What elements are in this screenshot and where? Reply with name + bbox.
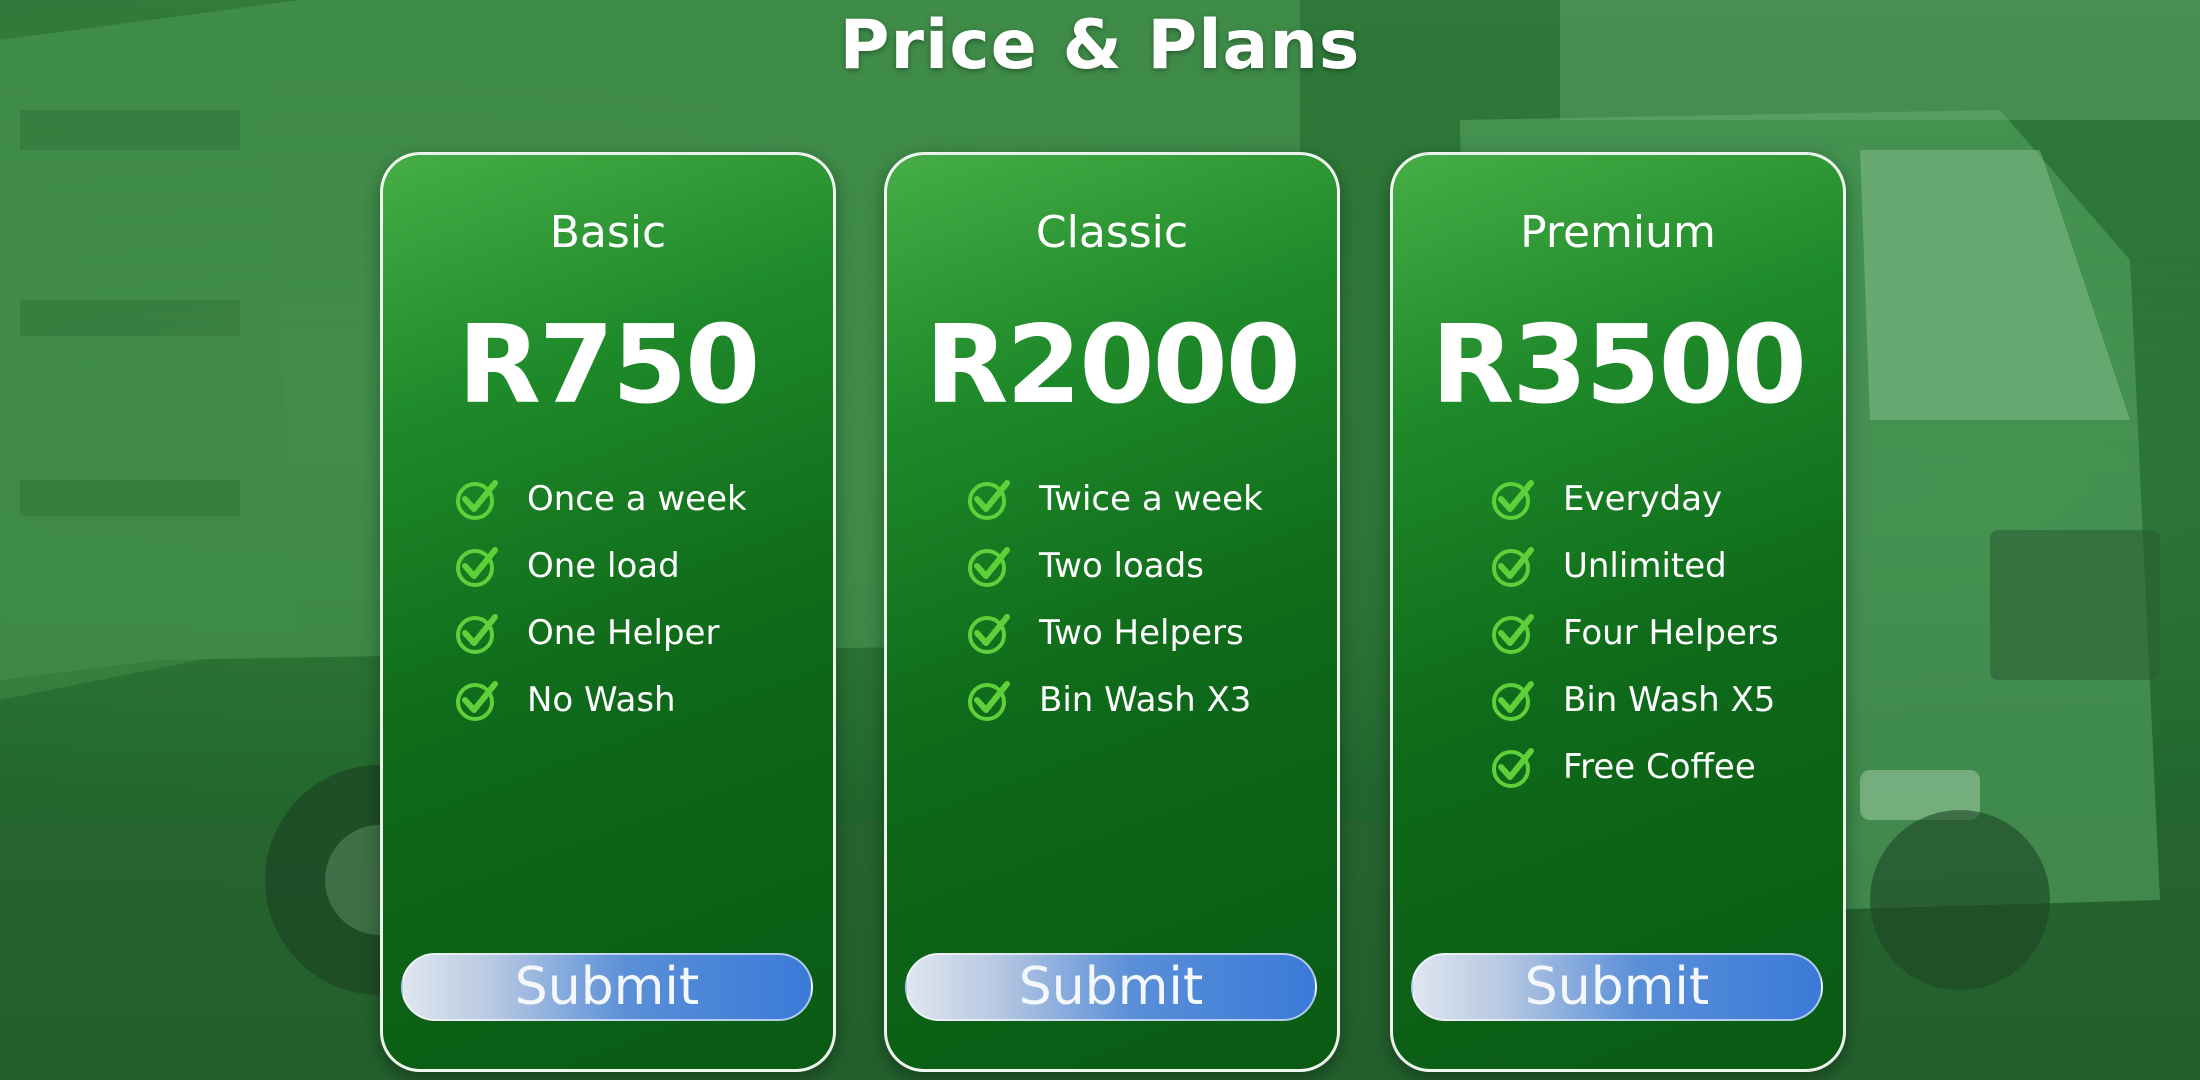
feature-label: Bin Wash X3 — [1039, 679, 1252, 720]
check-circle-icon — [1492, 747, 1534, 788]
feature-label: Four Helpers — [1563, 612, 1779, 653]
feature-label: One Helper — [527, 612, 720, 653]
submit-button-premium[interactable]: Submit — [1411, 953, 1823, 1021]
feature-item: Four Helpers — [1489, 599, 1823, 666]
feature-item: Bin Wash X3 — [965, 666, 1317, 733]
feature-list: Once a week One load One Helper No Wash — [453, 465, 813, 733]
feature-item: Free Coffee — [1489, 733, 1823, 800]
check-circle-icon — [456, 479, 498, 520]
feature-label: Two Helpers — [1039, 612, 1244, 653]
check-circle-icon — [456, 613, 498, 654]
feature-label: No Wash — [527, 679, 676, 720]
submit-button-basic[interactable]: Submit — [401, 953, 813, 1021]
plan-name: Basic — [549, 207, 667, 258]
feature-label: Unlimited — [1563, 545, 1727, 586]
feature-item: Once a week — [453, 465, 813, 532]
check-circle-icon — [1492, 479, 1534, 520]
feature-list: Twice a week Two loads Two Helpers Bin W… — [965, 465, 1317, 733]
plan-price: R750 — [457, 303, 761, 428]
feature-list: Everyday Unlimited Four Helpers Bin Wash… — [1489, 465, 1823, 800]
plan-card-basic: Basic R750 Once a week One load One Help… — [380, 152, 836, 1072]
plan-name: Classic — [1035, 207, 1189, 258]
check-circle-icon — [968, 613, 1010, 654]
page-title: Price & Plans — [839, 6, 1361, 85]
feature-item: Unlimited — [1489, 532, 1823, 599]
check-circle-icon — [1492, 546, 1534, 587]
submit-button-classic[interactable]: Submit — [905, 953, 1317, 1021]
feature-label: One load — [527, 545, 680, 586]
feature-item: Bin Wash X5 — [1489, 666, 1823, 733]
feature-item: One Helper — [453, 599, 813, 666]
feature-item: Twice a week — [965, 465, 1317, 532]
check-circle-icon — [1492, 680, 1534, 721]
feature-label: Twice a week — [1039, 478, 1263, 519]
feature-label: Bin Wash X5 — [1563, 679, 1776, 720]
feature-label: Free Coffee — [1563, 746, 1756, 787]
feature-item: Two loads — [965, 532, 1317, 599]
plan-price: R3500 — [1431, 303, 1807, 428]
check-circle-icon — [456, 546, 498, 587]
check-circle-icon — [968, 479, 1010, 520]
price-plans-screen: Price & Plans Basic R750 Once a week One… — [0, 0, 2200, 1080]
plan-name: Premium — [1520, 207, 1716, 258]
plan-price: R2000 — [925, 303, 1301, 428]
feature-item: Everyday — [1489, 465, 1823, 532]
check-circle-icon — [456, 680, 498, 721]
check-circle-icon — [968, 680, 1010, 721]
check-circle-icon — [968, 546, 1010, 587]
feature-item: Two Helpers — [965, 599, 1317, 666]
feature-item: No Wash — [453, 666, 813, 733]
plan-card-premium: Premium R3500 Everyday Unlimited Four He… — [1390, 152, 1846, 1072]
feature-item: One load — [453, 532, 813, 599]
feature-label: Everyday — [1563, 478, 1723, 519]
feature-label: Two loads — [1039, 545, 1204, 586]
check-circle-icon — [1492, 613, 1534, 654]
feature-label: Once a week — [527, 478, 747, 519]
plan-card-classic: Classic R2000 Twice a week Two loads Two… — [884, 152, 1340, 1072]
